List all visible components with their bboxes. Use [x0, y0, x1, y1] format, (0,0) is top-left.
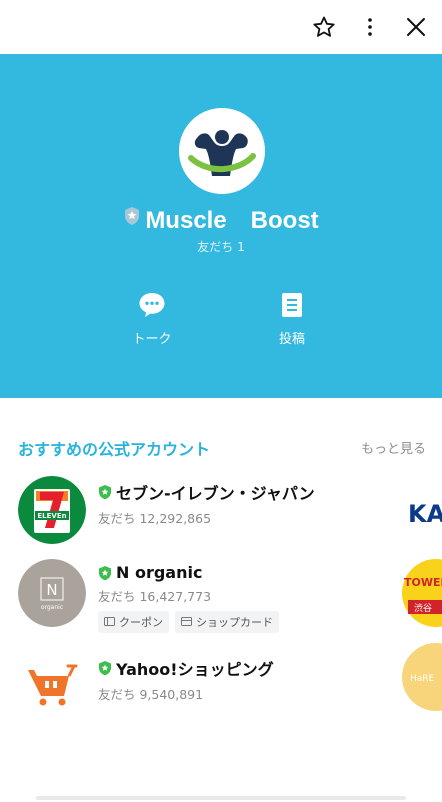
section-title: おすすめの公式アカウント: [18, 440, 211, 459]
peek-label-hare: HaRE: [410, 674, 435, 684]
shop-card-chip[interactable]: ショップカード: [175, 611, 279, 633]
recommended-section: おすすめの公式アカウント もっと見る ELEVEn セブン-イレブン・ジャパン …: [0, 398, 442, 802]
close-icon[interactable]: [401, 12, 431, 42]
coupon-icon: [104, 616, 115, 629]
yahoo-shopping-logo: [18, 652, 86, 720]
profile-header: Muscle Boost 友だち 1 トーク 投稿: [0, 54, 442, 398]
list-item-n-organic[interactable]: N organic N organic 友だち 16,427,773 クーポン …: [0, 559, 400, 633]
coupon-label: クーポン: [119, 616, 163, 629]
verified-shield-icon: [123, 205, 141, 233]
talk-label: トーク: [132, 332, 172, 347]
verified-badge-icon: [98, 565, 112, 581]
friend-count-seven-eleven: 友だち 12,292,865: [98, 511, 212, 526]
account-name-n-organic: N organic: [116, 563, 203, 582]
seven-eleven-logo: ELEVEn: [18, 476, 86, 544]
post-label: 投稿: [278, 332, 305, 347]
avatar[interactable]: [179, 108, 265, 194]
post-document-icon: [277, 290, 307, 320]
svg-text:N: N: [46, 581, 57, 599]
friend-count: 友だち 1: [197, 240, 245, 254]
peek-label-shibuya: 渋谷: [414, 602, 432, 614]
account-name-text: Muscle Boost: [145, 207, 319, 234]
verified-badge-icon: [98, 660, 112, 676]
svg-text:organic: organic: [41, 604, 63, 611]
account-info: セブン-イレブン・ジャパン 友だち 12,292,865: [98, 480, 315, 527]
account-name: Muscle Boost: [0, 200, 442, 236]
account-name-seven-eleven: セブン-イレブン・ジャパン: [116, 484, 315, 503]
bottom-divider: [36, 796, 406, 800]
more-vertical-icon[interactable]: [355, 12, 385, 42]
account-info: N organic 友だち 16,427,773 クーポン ショップカード: [98, 563, 279, 633]
coupon-chip[interactable]: クーポン: [98, 611, 169, 633]
shop-card-label: ショップカード: [196, 616, 273, 629]
see-more-link[interactable]: もっと見る: [361, 438, 426, 457]
account-info: Yahoo!ショッピング 友だち 9,540,891: [98, 656, 274, 703]
list-item-yahoo-shopping[interactable]: Yahoo!ショッピング 友だち 9,540,891: [0, 652, 400, 722]
feature-chips: クーポン ショップカード: [98, 611, 279, 633]
verified-badge-icon: [98, 484, 112, 500]
friend-count-yahoo-shopping: 友だち 9,540,891: [98, 687, 204, 702]
account-title: N organic: [98, 563, 279, 582]
talk-button[interactable]: トーク: [122, 290, 182, 347]
peek-logo-tower-records[interactable]: TOWER RECORDS 渋谷: [400, 558, 442, 628]
account-title: Yahoo!ショッピング: [98, 656, 274, 680]
list-item-seven-eleven[interactable]: ELEVEn セブン-イレブン・ジャパン 友だち 12,292,865: [0, 476, 400, 546]
peek-label-ka: KA: [408, 500, 442, 528]
account-name-yahoo-shopping: Yahoo!ショッピング: [116, 660, 274, 679]
top-bar: [0, 0, 442, 54]
friend-count-n-organic: 友だち 16,427,773: [98, 589, 212, 604]
peek-logo-hare[interactable]: HaRE: [400, 642, 442, 712]
shop-card-icon: [181, 616, 192, 629]
svg-text:ELEVEn: ELEVEn: [37, 512, 66, 520]
account-title: セブン-イレブン・ジャパン: [98, 480, 315, 504]
post-button[interactable]: 投稿: [262, 290, 322, 347]
peek-label-tower: TOWER RECORDS: [404, 576, 442, 589]
peek-logo-ka[interactable]: KA: [404, 496, 442, 530]
star-icon[interactable]: [309, 12, 339, 42]
chat-bubble-icon: [137, 290, 167, 320]
n-organic-logo: N organic: [18, 559, 86, 627]
